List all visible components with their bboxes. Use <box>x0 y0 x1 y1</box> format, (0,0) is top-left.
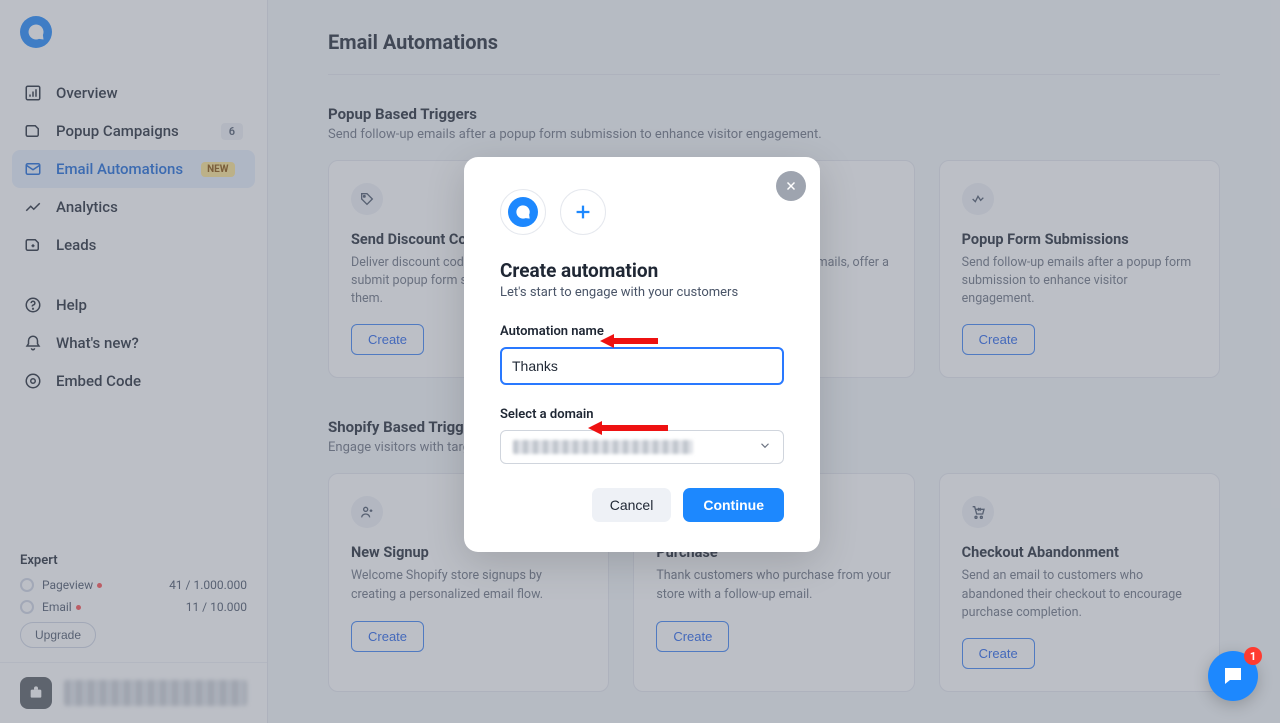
chat-icon <box>1221 664 1245 688</box>
modal-icon-row <box>500 189 784 235</box>
annotation-arrow-icon <box>588 419 668 437</box>
modal-title: Create automation <box>500 259 784 282</box>
domain-value-redacted <box>513 440 693 454</box>
chat-unread-badge: 1 <box>1244 647 1262 665</box>
create-automation-modal: Create automation Let's start to engage … <box>464 157 820 552</box>
chat-launcher[interactable]: 1 <box>1208 651 1258 701</box>
modal-actions: Cancel Continue <box>500 488 784 522</box>
close-icon <box>784 179 798 193</box>
plus-icon <box>560 189 606 235</box>
automation-name-input[interactable] <box>500 347 784 385</box>
chevron-down-icon <box>758 438 772 457</box>
annotation-arrow-icon <box>600 332 658 350</box>
modal-app-icon <box>500 189 546 235</box>
modal-subtitle: Let's start to engage with your customer… <box>500 285 784 300</box>
continue-button[interactable]: Continue <box>683 488 784 522</box>
close-button[interactable] <box>776 171 806 201</box>
cancel-button[interactable]: Cancel <box>592 488 672 522</box>
